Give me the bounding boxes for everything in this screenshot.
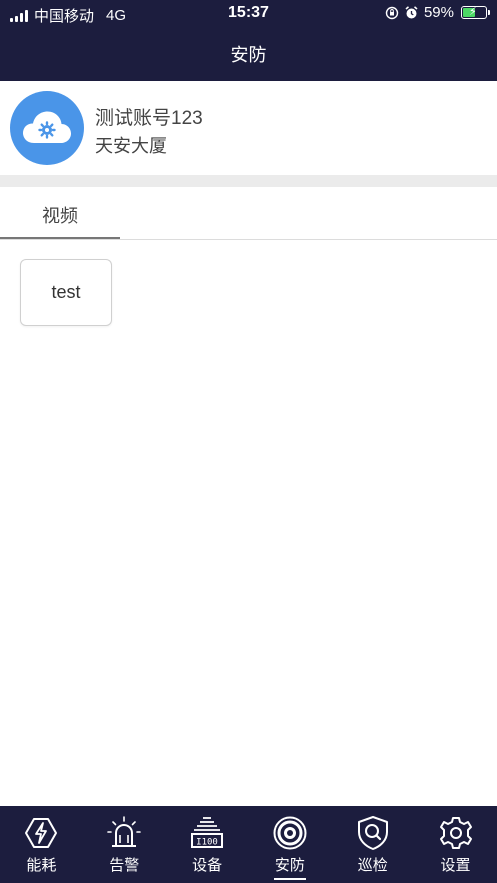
patrol-shield-icon [357, 816, 388, 850]
nav-energy-label: 能耗 [26, 857, 57, 874]
alarm-clock-icon [405, 6, 418, 19]
lightning-shield-icon [25, 818, 58, 848]
account-name: 测试账号123 [95, 108, 203, 129]
account-header: 测试账号123 天安大厦 [0, 81, 497, 175]
gear-icon [439, 817, 472, 849]
nav-security[interactable]: 安防 [248, 806, 331, 883]
section-divider [0, 175, 497, 187]
bottom-nav: 能耗 告警 I100 设备 安防 巡检 设置 [0, 806, 497, 883]
tab-bar: 视频 [0, 187, 497, 240]
nav-patrol[interactable]: 巡检 [331, 806, 414, 883]
tab-video-label: 视频 [42, 206, 78, 226]
video-item-label: test [51, 282, 81, 302]
nav-device[interactable]: I100 设备 [166, 806, 249, 883]
avatar [10, 91, 84, 165]
tab-active-indicator [0, 237, 120, 239]
page-title: 安防 [230, 45, 267, 65]
charging-bolt-icon: ⚡ [469, 6, 477, 18]
nav-settings-label: 设置 [440, 857, 471, 874]
nav-device-label: 设备 [192, 857, 223, 874]
battery-percent: 59% [423, 4, 454, 21]
battery-icon: ⚡ [461, 6, 490, 19]
nav-patrol-label: 巡检 [357, 857, 388, 874]
orientation-lock-icon [385, 6, 399, 19]
status-right: 59% ⚡ [385, 4, 490, 21]
alarm-light-icon [107, 816, 142, 847]
nav-settings[interactable]: 设置 [414, 806, 497, 883]
account-building: 天安大厦 [95, 136, 167, 156]
top-bar: 中国移动 4G 15:37 59% ⚡ 安防 [0, 0, 497, 81]
nav-active-indicator [273, 878, 306, 880]
video-item[interactable]: test [20, 259, 112, 326]
nav-security-label: 安防 [274, 857, 305, 874]
cloud-settings-icon [23, 111, 71, 143]
device-icon: I100 [191, 817, 224, 848]
security-camera-icon [273, 816, 307, 850]
svg-text:I100: I100 [196, 838, 218, 848]
status-bar: 中国移动 4G 15:37 59% ⚡ [0, 0, 497, 28]
nav-alarm-label: 告警 [109, 857, 140, 874]
nav-alarm[interactable]: 告警 [83, 806, 166, 883]
nav-energy[interactable]: 能耗 [0, 806, 83, 883]
tab-video[interactable]: 视频 [0, 187, 120, 239]
